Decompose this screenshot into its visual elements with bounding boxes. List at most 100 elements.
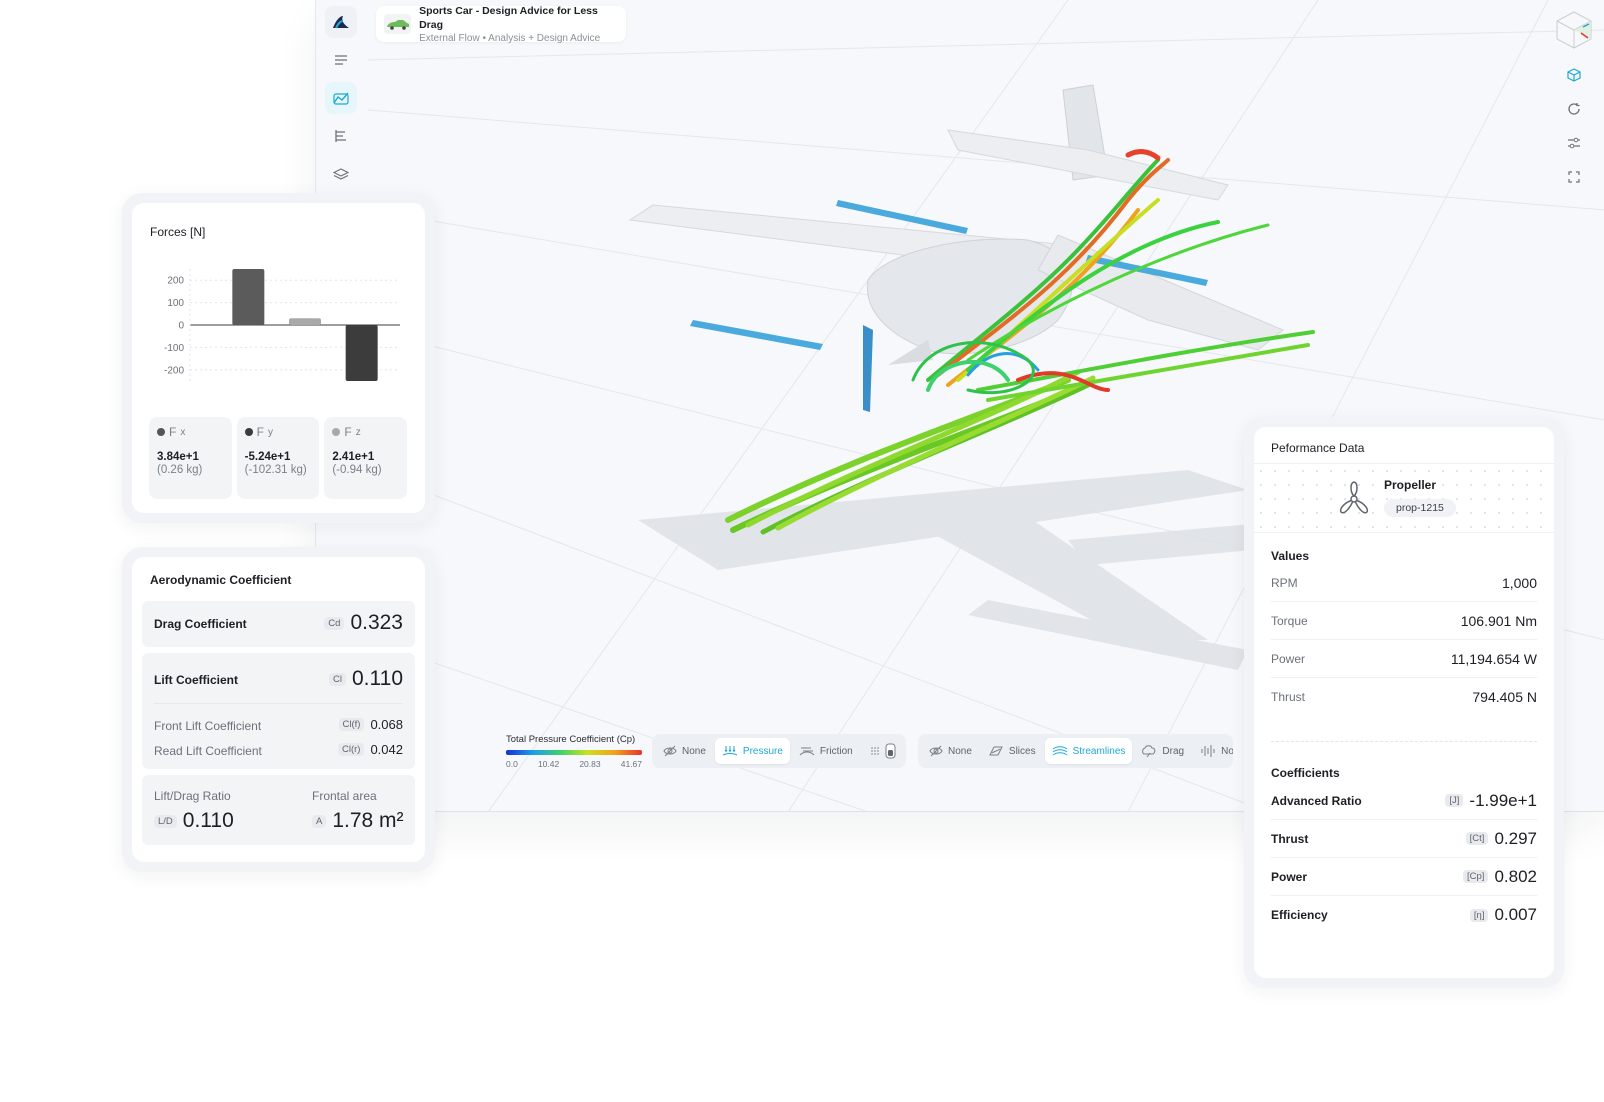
- section-divider: [1271, 741, 1537, 742]
- read-lift-value: 0.042: [370, 742, 403, 757]
- value-label: Power: [1271, 651, 1306, 666]
- fullscreen-icon[interactable]: [1559, 162, 1589, 192]
- values-heading: Values: [1271, 549, 1310, 563]
- bar-fy[interactable]: [345, 325, 378, 381]
- coef-symbol: [J]: [1445, 794, 1464, 807]
- performance-panel: Peformance Data Propeller prop-1215 Valu…: [1244, 417, 1564, 988]
- flow-display-toggle: None Slices Streamlines Drag No: [918, 734, 1233, 768]
- layers-icon[interactable]: [325, 158, 357, 190]
- ld-symbol: L/D: [154, 814, 177, 828]
- box-view-icon[interactable]: [1559, 60, 1589, 90]
- streamlines-icon: [1052, 746, 1067, 756]
- value-number: 11,194.654 W: [1450, 650, 1537, 667]
- force-axis: F: [169, 425, 177, 439]
- value-number: 794.405 N: [1472, 689, 1537, 705]
- drag-icon: [1142, 745, 1156, 758]
- legend-dot: [332, 428, 341, 436]
- y-tick-label: 100: [167, 298, 184, 309]
- option-label: None: [682, 745, 706, 757]
- ld-value: 0.110: [182, 809, 234, 832]
- reset-view-icon[interactable]: [1559, 94, 1589, 124]
- stage: Sports Car - Design Advice for Less Drag…: [0, 0, 1604, 1102]
- force-value: 3.84e+1: [157, 451, 199, 463]
- option-label: Pressure: [742, 745, 783, 757]
- coef-row-thrust: Thrust [Ct] 0.297: [1271, 820, 1537, 858]
- y-tick-label: 0: [178, 321, 184, 332]
- flow-none-option[interactable]: None: [922, 738, 979, 764]
- coef-label: Advanced Ratio: [1271, 793, 1362, 808]
- value-label: Thrust: [1271, 690, 1306, 704]
- surface-pressure-option[interactable]: Pressure: [714, 738, 790, 764]
- force-sub: z: [355, 426, 361, 438]
- lift-symbol: Cl: [329, 672, 346, 686]
- bar-fx[interactable]: [232, 269, 265, 325]
- surface-extra-option[interactable]: [862, 738, 904, 764]
- eye-off-icon: [929, 745, 943, 757]
- coef-symbol: [Ct]: [1465, 832, 1489, 845]
- front-lift-value: 0.068: [370, 717, 403, 732]
- flow-slices-option[interactable]: Slices: [981, 738, 1043, 764]
- propeller-card[interactable]: Propeller prop-1215: [1254, 463, 1554, 533]
- force-mass: (-0.94 kg): [332, 464, 382, 476]
- performance-panel-inner: Peformance Data Propeller prop-1215 Valu…: [1254, 427, 1554, 978]
- coef-label: Thrust: [1271, 831, 1309, 846]
- value-row-thrust: Thrust 794.405 N: [1271, 678, 1537, 716]
- force-axis: F: [256, 425, 265, 439]
- legend-dot: [157, 428, 165, 436]
- drag-symbol: Cd: [324, 616, 345, 630]
- legend-ticks: 0.0 10.42 20.83 41.67: [506, 759, 642, 769]
- front-lift-label: Front Lift Coefficient: [154, 719, 262, 733]
- flow-noise-option[interactable]: No: [1193, 738, 1233, 764]
- surface-display-toggle: None Pressure Friction: [652, 734, 906, 768]
- coefficients-heading: Coefficients: [1271, 766, 1340, 780]
- coef-row-power: Power [Cp] 0.802: [1271, 858, 1537, 896]
- flow-drag-option[interactable]: Drag: [1134, 738, 1191, 764]
- propeller-icon: [1339, 481, 1369, 514]
- value-row-torque: Torque 106.901 Nm: [1271, 602, 1537, 640]
- view-cube-icon[interactable]: [1553, 8, 1595, 50]
- aero-title: Aerodynamic Coefficient: [150, 573, 292, 587]
- settings-sliders-icon[interactable]: [1559, 128, 1589, 158]
- forces-panel: Forces [N] 200 100 0 -100 -200 Fx 3.84e+1 (0…: [122, 193, 435, 523]
- forces-title: Forces [N]: [150, 225, 206, 239]
- lift-coefficient-group: Lift Coefficient Cl 0.110 Front Lift Coe…: [142, 653, 415, 769]
- right-toolbar: [1554, 8, 1594, 192]
- force-mass: (-102.31 kg): [244, 464, 307, 476]
- report-icon[interactable]: [325, 120, 357, 152]
- ld-label: Lift/Drag Ratio: [154, 789, 231, 803]
- legend-dot: [244, 428, 253, 436]
- coef-label: Efficiency: [1271, 908, 1328, 922]
- surface-friction-option[interactable]: Friction: [792, 738, 860, 764]
- y-tick-label: -100: [164, 343, 184, 354]
- force-value: -5.24e+1: [244, 451, 291, 463]
- value-row-rpm: RPM 1,000: [1271, 564, 1537, 602]
- option-label: None: [948, 745, 972, 757]
- menu-icon[interactable]: [325, 44, 357, 76]
- mesh-toggle-icon: [870, 743, 896, 759]
- analysis-icon[interactable]: [325, 82, 357, 114]
- coef-value: 0.802: [1494, 866, 1537, 886]
- propeller-name: Propeller: [1384, 478, 1437, 492]
- propeller-id-badge: prop-1215: [1384, 499, 1456, 517]
- noise-icon: [1201, 745, 1215, 757]
- force-card-fy: Fy -5.24e+1 (-102.31 kg): [236, 417, 320, 499]
- option-label: Streamlines: [1072, 745, 1126, 757]
- option-label: Friction: [819, 745, 853, 757]
- coef-value: 0.297: [1494, 828, 1537, 848]
- coef-label: Power: [1271, 869, 1308, 884]
- app-logo[interactable]: [325, 6, 357, 38]
- coef-value: -1.99e+1: [1469, 790, 1537, 810]
- y-tick-label: -200: [164, 365, 184, 376]
- bar-fz[interactable]: [289, 318, 321, 325]
- surface-none-option[interactable]: None: [656, 738, 713, 764]
- option-label: Slices: [1008, 745, 1036, 757]
- divider: [154, 703, 403, 704]
- lift-label: Lift Coefficient: [154, 673, 238, 687]
- legend-tick: 41.67: [620, 759, 642, 769]
- eye-off-icon: [663, 745, 677, 757]
- force-card-fx: Fx 3.84e+1 (0.26 kg): [149, 417, 232, 499]
- flow-streamlines-option[interactable]: Streamlines: [1044, 738, 1133, 764]
- performance-title: Peformance Data: [1271, 441, 1365, 455]
- coef-value: 0.007: [1494, 905, 1537, 924]
- coef-row-efficiency: Efficiency [η] 0.007: [1271, 896, 1537, 934]
